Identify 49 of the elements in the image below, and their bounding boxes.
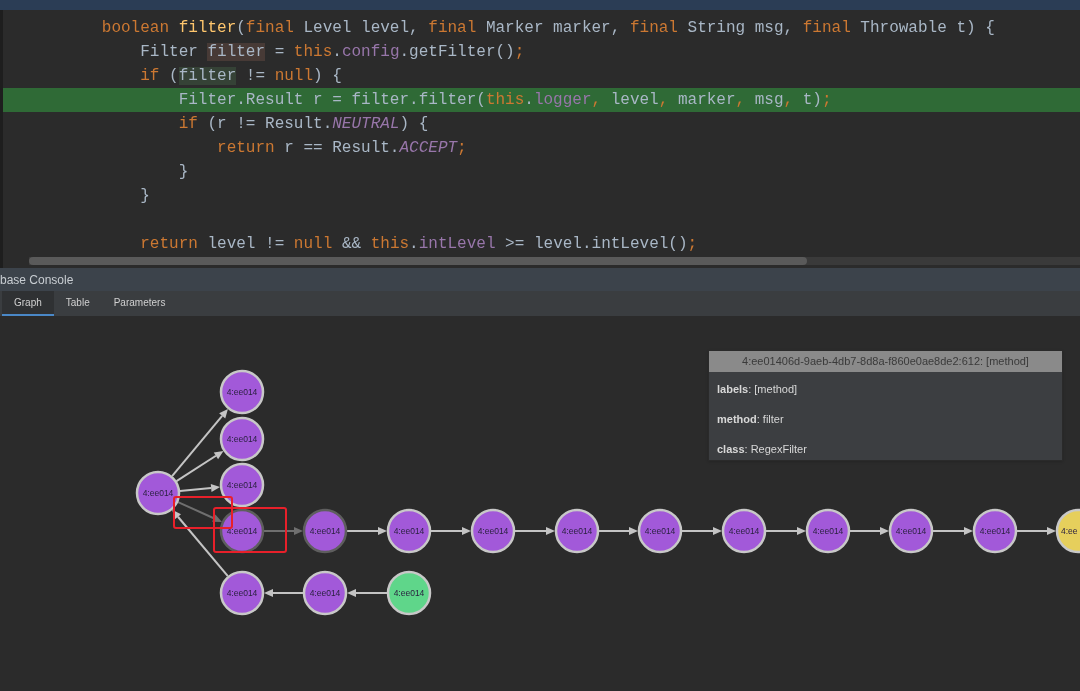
code-line: } (177, 162, 189, 182)
graph-node[interactable]: 4:ee014 (386, 570, 432, 616)
graph-node[interactable]: 4:ee014 (972, 508, 1018, 554)
arrow (514, 527, 555, 535)
property-text: labels: [method] (717, 382, 799, 397)
arrow (849, 527, 889, 535)
graph-node[interactable]: 4:ee (1055, 508, 1080, 554)
graph-node[interactable]: 4:ee014 (302, 508, 348, 554)
horizontal-scrollbar[interactable] (29, 257, 1080, 265)
graph-node[interactable]: 4:ee014 (554, 508, 600, 554)
arrow (264, 589, 304, 597)
graph-node[interactable]: 4:ee014 (302, 570, 348, 616)
graph-node[interactable]: 4:ee014 (721, 508, 767, 554)
tooltip-title: 4:ee01406d-9aeb-4db7-8d8a-f860e0ae8de2:612: [method] (742, 354, 1029, 370)
tab[interactable]: Parameters (101, 291, 178, 316)
graph-node[interactable]: 4:ee014 (135, 470, 181, 516)
arrow (932, 527, 973, 535)
graph-node[interactable]: 4:ee014 (219, 369, 265, 415)
console-title: base Console (0, 271, 74, 289)
graph-node[interactable]: 4:ee014 (219, 508, 265, 554)
arrow (346, 527, 387, 535)
code-line: Filter.Result r = filter.filter(this.logger, level, marker, msg, t); (177, 90, 832, 110)
code-line: } (139, 186, 150, 206)
graph-node[interactable]: 4:ee014 (219, 416, 265, 462)
graph-node[interactable]: 4:ee014 (637, 508, 683, 554)
code-line: return level != null && this.intLevel >= level.intLevel(); (139, 234, 698, 254)
graph-node[interactable]: 4:ee014 (219, 570, 265, 616)
property-text: class: RegexFilter (717, 442, 808, 457)
highlight-box (173, 496, 233, 529)
graph-node[interactable]: 4:ee014 (805, 508, 851, 554)
arrow (681, 527, 722, 535)
code-line: if (r != Result.NEUTRAL) { (177, 114, 429, 134)
tab[interactable]: Graph (2, 291, 54, 316)
arrow (1016, 527, 1056, 535)
property-text: method: filter (717, 412, 785, 427)
graph-node[interactable]: 4:ee014 (888, 508, 934, 554)
code-line: if (filter != null) { (139, 66, 342, 86)
arrow (598, 527, 638, 535)
graph-node[interactable]: 4:ee014 (470, 508, 516, 554)
arrow (263, 527, 303, 535)
graph-node[interactable]: 4:ee014 (386, 508, 432, 554)
code-line: return r == Result.ACCEPT; (216, 138, 467, 158)
arrow (765, 527, 806, 535)
arrow (347, 589, 388, 597)
graph-node[interactable]: 4:ee014 (219, 462, 265, 508)
code-line: Filter filter = this.config.getFilter(); (139, 42, 525, 62)
tab[interactable]: Table (53, 291, 102, 316)
arrow (430, 527, 471, 535)
code-line: boolean filter(final Level level, final Marker marker, final String msg, final Throwable t) { (100, 18, 995, 38)
